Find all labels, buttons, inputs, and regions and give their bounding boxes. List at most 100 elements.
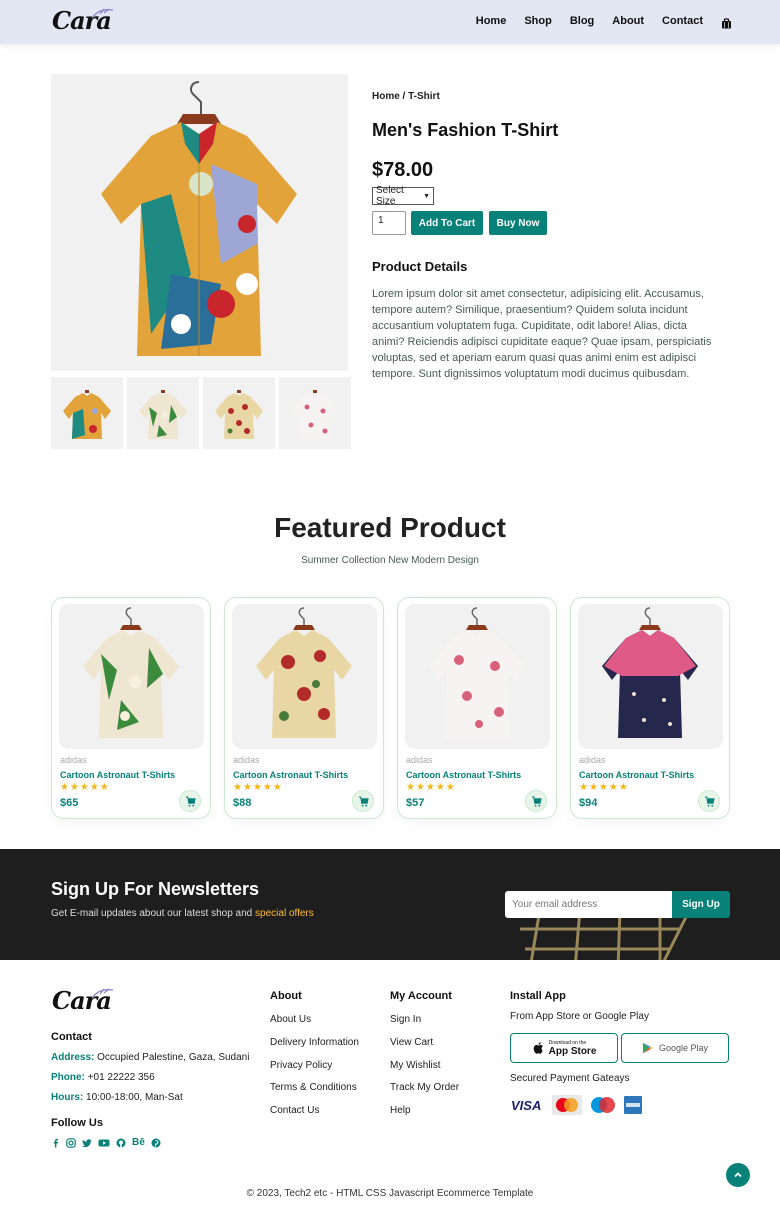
apple-icon (533, 1042, 543, 1054)
phone-line: Phone: +01 22222 356 (51, 1072, 155, 1083)
amex-icon (624, 1096, 642, 1114)
phone-value: +01 22222 356 (87, 1072, 155, 1083)
nav-about[interactable]: About (612, 15, 644, 27)
youtube-icon[interactable] (98, 1138, 110, 1148)
footer-link-terms[interactable]: Terms & Conditions (270, 1082, 357, 1093)
app-store-button[interactable]: Download on the App Store (510, 1033, 618, 1063)
star-rating: ★★★★★ (406, 782, 456, 793)
product-name[interactable]: Cartoon Astronaut T-Shirts (406, 770, 521, 780)
hours-label: Hours: (51, 1092, 84, 1103)
chevron-up-icon (734, 1172, 742, 1178)
product-name[interactable]: Cartoon Astronaut T-Shirts (60, 770, 175, 780)
chevron-down-icon: ▼ (423, 192, 430, 200)
featured-title: Featured Product (274, 512, 506, 543)
footer-link-track-order[interactable]: Track My Order (390, 1082, 459, 1093)
copyright: © 2023, Tech2 etc - HTML CSS Javascript … (246, 1188, 534, 1199)
product-details-text: Lorem ipsum dolor sit amet consectetur, … (372, 288, 712, 380)
product-price: $94 (579, 797, 598, 809)
payment-heading: Secured Payment Gateays (510, 1073, 630, 1084)
main-nav: Home Shop Blog About Contact (476, 15, 732, 28)
size-select-value: Select Size (376, 185, 404, 207)
product-name[interactable]: Cartoon Astronaut T-Shirts (233, 770, 348, 780)
shirt-image (101, 81, 297, 356)
maestro-icon (591, 1097, 615, 1113)
leaf-icon (92, 8, 114, 18)
footer-logo[interactable]: Cara (52, 986, 114, 1015)
thumbnail-1[interactable] (51, 377, 123, 449)
thumbnail-strip (51, 377, 351, 449)
nav-blog[interactable]: Blog (570, 15, 594, 27)
nav-shop[interactable]: Shop (524, 15, 552, 27)
github-icon[interactable] (116, 1138, 126, 1148)
product-brand: adidas (233, 755, 260, 765)
google-play-label: Google Play (658, 1043, 709, 1053)
product-image (578, 604, 723, 749)
product-card[interactable]: adidas Cartoon Astronaut T-Shirts ★★★★★ … (51, 597, 211, 819)
behance-icon[interactable]: Bē (132, 1137, 145, 1148)
install-app-subtitle: From App Store or Google Play (510, 1011, 649, 1022)
product-card[interactable]: adidas Cartoon Astronaut T-Shirts ★★★★★ … (224, 597, 384, 819)
email-input[interactable]: Your email address (505, 891, 672, 918)
size-select[interactable]: Select Size ▼ (372, 185, 434, 207)
twitter-icon[interactable] (82, 1138, 92, 1148)
product-image (59, 604, 204, 749)
site-header: Cara Home Shop Blog About Contact (0, 0, 780, 44)
footer-link-delivery[interactable]: Delivery Information (270, 1037, 359, 1048)
app-store-label: Download on the App Store (549, 1040, 597, 1057)
star-rating: ★★★★★ (60, 782, 110, 793)
nav-contact[interactable]: Contact (662, 15, 703, 27)
about-heading: About (270, 990, 302, 1002)
newsletter-title: Sign Up For Newsletters (51, 879, 260, 899)
thumbnail-4[interactable] (279, 377, 351, 449)
product-name[interactable]: Cartoon Astronaut T-Shirts (579, 770, 694, 780)
product-card[interactable]: adidas Cartoon Astronaut T-Shirts ★★★★★ … (570, 597, 730, 819)
hours-value: 10:00-18:00, Man-Sat (86, 1092, 183, 1103)
thumbnail-2[interactable] (127, 377, 199, 449)
scroll-to-top-button[interactable] (726, 1163, 750, 1187)
nav-home[interactable]: Home (476, 15, 507, 27)
product-brand: adidas (406, 755, 433, 765)
cart-icon[interactable] (525, 790, 547, 812)
newsletter-section: Sign Up For Newsletters Get E-mail updat… (0, 849, 780, 960)
leaf-icon (92, 988, 114, 998)
cart-icon[interactable] (352, 790, 374, 812)
product-price: $78.00 (372, 159, 434, 181)
footer-link-view-cart[interactable]: View Cart (390, 1037, 433, 1048)
footer-link-privacy[interactable]: Privacy Policy (270, 1060, 332, 1071)
sign-up-button[interactable]: Sign Up (672, 891, 730, 918)
footer-link-wishlist[interactable]: My Wishlist (390, 1060, 441, 1071)
quantity-input[interactable]: 1 (372, 211, 406, 235)
footer-link-sign-in[interactable]: Sign In (390, 1014, 421, 1025)
product-price: $57 (406, 797, 425, 809)
add-to-cart-button[interactable]: Add To Cart (411, 211, 483, 235)
instagram-icon[interactable] (66, 1137, 76, 1148)
facebook-icon[interactable] (51, 1138, 60, 1148)
social-links: Bē (51, 1137, 161, 1148)
breadcrumb[interactable]: Home / T-Shirt (372, 91, 440, 102)
account-heading: My Account (390, 990, 452, 1002)
product-title: Men's Fashion T-Shirt (372, 120, 559, 140)
thumbnail-3[interactable] (203, 377, 275, 449)
mastercard-icon (552, 1095, 582, 1115)
payment-methods: VISA (510, 1095, 642, 1115)
footer-link-contact[interactable]: Contact Us (270, 1105, 319, 1116)
product-grid: adidas Cartoon Astronaut T-Shirts ★★★★★ … (51, 597, 730, 819)
product-price: $88 (233, 797, 252, 809)
footer-link-help[interactable]: Help (390, 1105, 411, 1116)
product-card[interactable]: adidas Cartoon Astronaut T-Shirts ★★★★★ … (397, 597, 557, 819)
google-play-button[interactable]: Google Play (621, 1033, 729, 1063)
address-label: Address: (51, 1052, 95, 1063)
logo[interactable]: Cara (52, 6, 114, 35)
shopping-bag-icon[interactable] (721, 16, 732, 28)
newsletter-subtitle-text: Get E-mail updates about our latest shop… (51, 908, 253, 919)
footer-link-about-us[interactable]: About Us (270, 1014, 311, 1025)
special-offers-link[interactable]: special offers (255, 908, 314, 919)
cart-icon[interactable] (179, 790, 201, 812)
install-app-heading: Install App (510, 990, 566, 1002)
google-play-icon (642, 1042, 653, 1054)
pinterest-icon[interactable] (151, 1138, 161, 1148)
product-details-heading: Product Details (372, 259, 468, 274)
buy-now-button[interactable]: Buy Now (489, 211, 547, 235)
visa-icon: VISA (511, 1098, 541, 1113)
cart-icon[interactable] (698, 790, 720, 812)
